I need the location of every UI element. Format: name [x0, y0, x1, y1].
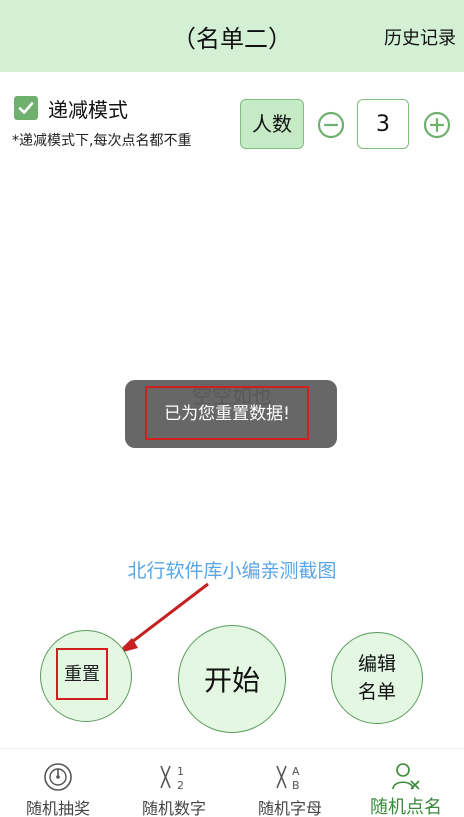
- count-value[interactable]: 3: [357, 99, 409, 149]
- edit-list-button[interactable]: 编辑 名单: [331, 632, 423, 724]
- number-icon: 1 2: [160, 765, 184, 792]
- wheel-icon: [44, 763, 72, 791]
- svg-text:2: 2: [177, 779, 184, 792]
- tab-label: 随机字母: [257, 799, 322, 817]
- check-icon: [18, 102, 34, 114]
- decrement-mode-checkbox[interactable]: [14, 96, 38, 120]
- count-label-button[interactable]: 人数: [240, 99, 304, 149]
- svg-text:A: A: [292, 765, 300, 778]
- letter-icon: A B: [276, 765, 300, 792]
- tab-label: 随机数字: [141, 799, 206, 817]
- person-icon: [392, 763, 420, 790]
- edit-list-label-line2: 名单: [357, 681, 396, 703]
- start-button[interactable]: 开始: [178, 625, 286, 733]
- bottom-tab-bar: 随机抽奖 1 2 随机数字 A B 随机字母 随机点名: [0, 748, 464, 817]
- tab-label: 随机点名: [370, 797, 442, 817]
- tab-random-prize[interactable]: 随机抽奖: [0, 749, 116, 817]
- decrement-mode-hint: *递减模式下,每次点名都不重: [12, 133, 192, 149]
- reset-button-label[interactable]: 重置: [56, 648, 108, 700]
- edit-list-label-line1: 编辑: [357, 653, 396, 675]
- tab-random-number[interactable]: 1 2 随机数字: [116, 749, 232, 817]
- tab-label: 随机抽奖: [25, 799, 90, 817]
- decrement-mode-label: 递减模式: [48, 97, 128, 122]
- toast-message: 已为您重置数据!: [145, 386, 309, 440]
- decrement-mode-row[interactable]: 递减模式: [14, 95, 128, 122]
- tab-random-rollcall[interactable]: 随机点名: [348, 749, 464, 817]
- app-header: （名单二） 历史记录: [0, 0, 464, 72]
- svg-text:1: 1: [177, 765, 184, 778]
- plus-icon[interactable]: [423, 111, 451, 139]
- svg-text:B: B: [292, 779, 300, 792]
- minus-icon[interactable]: [317, 111, 345, 139]
- history-link[interactable]: 历史记录: [384, 24, 456, 50]
- tab-random-letter[interactable]: A B 随机字母: [232, 749, 348, 817]
- watermark-text: 北行软件库小编亲测截图: [127, 560, 337, 582]
